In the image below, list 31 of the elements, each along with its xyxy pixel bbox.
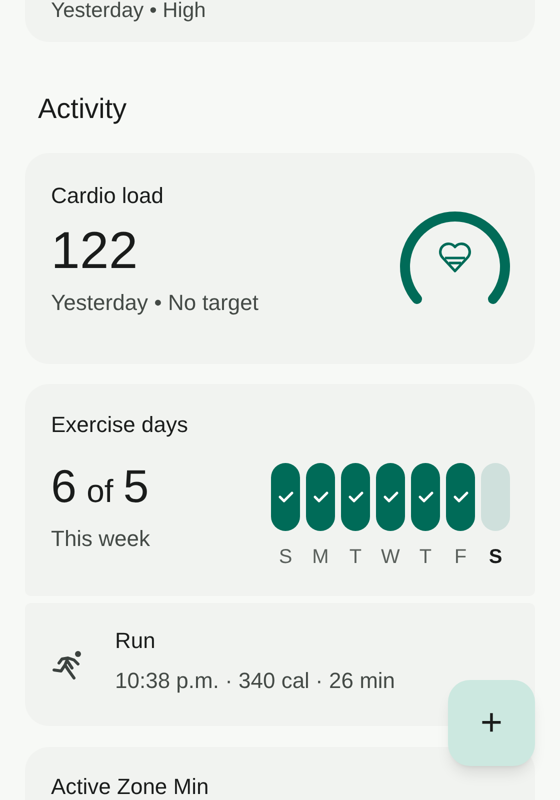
day-label: S xyxy=(488,545,502,569)
day-label: T xyxy=(349,545,362,569)
exercise-count: 6 xyxy=(51,460,77,512)
day-label: F xyxy=(454,545,467,569)
check-icon xyxy=(348,491,364,503)
check-icon xyxy=(452,491,468,503)
card-subtitle: This week xyxy=(51,525,150,553)
exercise-card[interactable]: Exercise days 6 of 5 This week S M T W T F S xyxy=(25,384,535,596)
card-title: Active Zone Min xyxy=(51,775,209,799)
add-button[interactable]: + xyxy=(448,680,535,766)
check-icon xyxy=(382,491,398,503)
zone-card[interactable]: Active Zone Min xyxy=(25,747,535,800)
check-icon xyxy=(312,491,328,503)
check-icon xyxy=(418,491,434,503)
exercise-target: 5 xyxy=(123,460,149,512)
section-heading: Activity xyxy=(38,92,127,126)
exercise-of: of xyxy=(86,472,114,511)
card-subtitle: Yesterday • High xyxy=(51,1,206,21)
cardio-card[interactable]: Cardio load 122 Yesterday • No target xyxy=(25,153,535,364)
card-title: Cardio load xyxy=(51,183,164,209)
card-title: Exercise days xyxy=(51,412,188,438)
card-subtitle: Yesterday • No target xyxy=(51,289,258,317)
activity-title: Run xyxy=(115,626,156,654)
running-figure-icon xyxy=(52,650,84,680)
activity-details: 10:38 p.m. · 340 cal · 26 min xyxy=(115,666,396,694)
cardio-value: 122 xyxy=(51,221,138,281)
day-label: S xyxy=(278,545,292,569)
day-label: W xyxy=(381,545,400,569)
day-label: T xyxy=(419,545,432,569)
check-icon xyxy=(278,491,294,503)
day-label: M xyxy=(312,545,329,569)
